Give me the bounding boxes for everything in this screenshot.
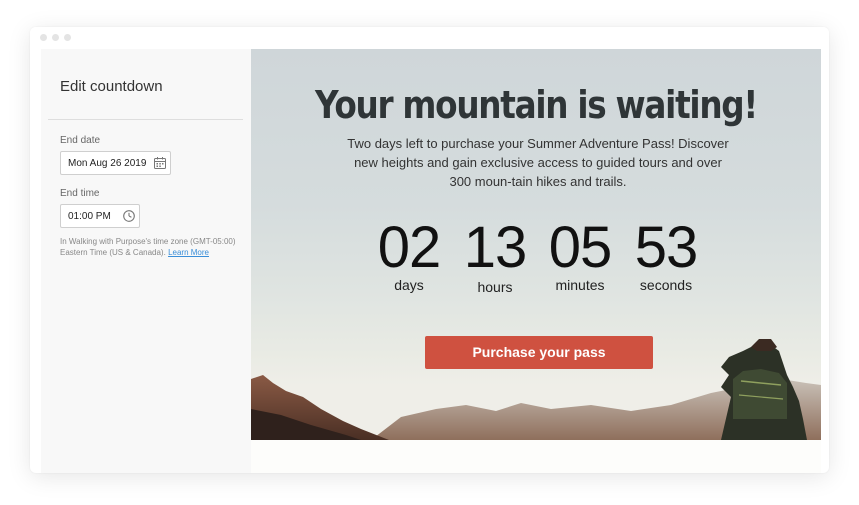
countdown-days: 02 days bbox=[375, 215, 443, 294]
clock-icon[interactable] bbox=[122, 209, 136, 223]
end-time-label: End time bbox=[60, 188, 100, 199]
email-preview: Your mountain is waiting! Two days left … bbox=[251, 49, 821, 440]
countdown-hours-label: hours bbox=[477, 279, 513, 295]
timezone-note: In Walking with Purpose's time zone (GMT… bbox=[60, 236, 240, 258]
promo-subtext: Two days left to purchase your Summer Ad… bbox=[347, 136, 729, 189]
purchase-pass-button[interactable]: Purchase your pass bbox=[425, 336, 653, 369]
end-time-value: 01:00 PM bbox=[68, 211, 111, 222]
countdown-minutes: 05 minutes bbox=[546, 215, 614, 294]
calendar-icon[interactable] bbox=[153, 156, 167, 170]
headline: Your mountain is waiting! bbox=[314, 83, 758, 127]
panel-divider bbox=[48, 119, 243, 120]
countdown-hours: 13 hours bbox=[461, 215, 529, 296]
countdown-seconds-value: 53 bbox=[634, 215, 699, 280]
countdown-seconds-label: seconds bbox=[639, 277, 693, 293]
app-window: Edit countdown End date Mon Aug 26 2019 … bbox=[30, 27, 829, 473]
window-minimize-dot[interactable] bbox=[52, 34, 59, 41]
end-time-field[interactable]: 01:00 PM bbox=[60, 204, 140, 228]
countdown-minutes-value: 05 bbox=[548, 215, 613, 280]
countdown-minutes-label: minutes bbox=[555, 277, 605, 293]
preview-footer-space bbox=[251, 440, 821, 473]
countdown-seconds: 53 seconds bbox=[630, 215, 702, 294]
window-maximize-dot[interactable] bbox=[64, 34, 71, 41]
window-close-dot[interactable] bbox=[40, 34, 47, 41]
countdown-hours-value: 13 bbox=[463, 215, 528, 280]
window-titlebar bbox=[30, 27, 829, 49]
end-date-field[interactable]: Mon Aug 26 2019 bbox=[60, 151, 171, 175]
end-date-label: End date bbox=[60, 135, 101, 146]
timezone-note-text: In Walking with Purpose's time zone (GMT… bbox=[60, 237, 236, 257]
learn-more-link[interactable]: Learn More bbox=[168, 248, 209, 257]
panel-title: Edit countdown bbox=[60, 78, 163, 95]
end-date-value: Mon Aug 26 2019 bbox=[68, 158, 147, 169]
countdown-days-value: 02 bbox=[377, 215, 442, 280]
edit-countdown-panel: Edit countdown End date Mon Aug 26 2019 … bbox=[41, 49, 251, 473]
